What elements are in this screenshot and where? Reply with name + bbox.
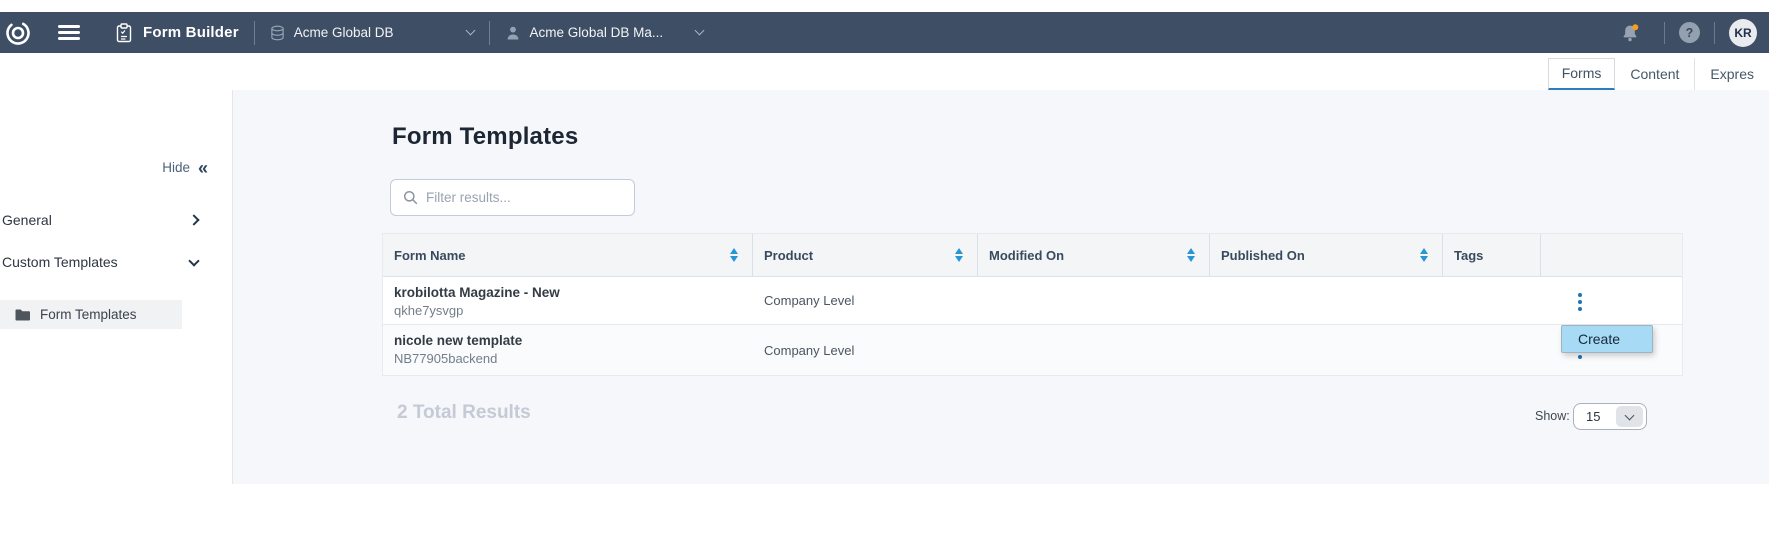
navbar-right: ? KR [1620,19,1769,47]
sidebar-item-general[interactable]: General [0,203,232,237]
total-results: 2 Total Results [397,402,531,424]
tags-cell [1443,325,1541,375]
column-header-modified-on[interactable]: Modified On [978,234,1210,276]
hide-label: Hide [162,160,190,175]
sort-icon [1187,248,1195,262]
chevron-right-icon [188,214,199,225]
chevron-down-icon [188,255,199,266]
page-size-select[interactable]: 15 [1573,403,1647,430]
form-name-cell: krobilotta Magazine - New qkhe7ysvgp [383,277,753,324]
published-on-cell [1210,325,1443,375]
column-header-form-name[interactable]: Form Name [383,234,753,276]
product-cell: Company Level [753,325,978,375]
person-icon [505,25,521,41]
sidebar-item-label: General [2,212,52,228]
column-header-published-on[interactable]: Published On [1210,234,1443,276]
form-id: qkhe7ysvgp [394,303,753,318]
navbar-separator [1664,22,1665,44]
sort-icon [955,248,963,262]
navbar-separator [1714,22,1715,44]
published-on-cell [1210,277,1443,324]
chevron-down-icon [1625,410,1635,420]
tab-content[interactable]: Content [1615,58,1695,90]
form-name: krobilotta Magazine - New [394,285,753,300]
select-chevron-box [1616,406,1643,427]
filter-input[interactable] [426,190,634,205]
filter-input-wrapper [390,179,635,216]
search-icon [403,190,418,205]
column-header-tags: Tags [1443,234,1541,276]
sidebar-item-label: Custom Templates [2,254,118,270]
app-title: Form Builder [143,24,239,41]
table-row: nicole new template NB77905backend Compa… [383,325,1682,375]
form-name: nicole new template [394,333,753,348]
form-id: NB77905backend [394,351,753,366]
sidebar: Hide « General Custom Templates Form Tem… [0,53,232,484]
app-header: Form Builder [115,23,239,43]
sort-icon [1420,248,1428,262]
market-selector[interactable]: Acme Global DB Ma... [505,25,704,41]
modified-on-cell [978,325,1210,375]
tags-cell [1443,277,1541,324]
help-icon[interactable]: ? [1679,22,1700,43]
menu-icon[interactable] [58,25,80,40]
navbar-separator [254,21,255,45]
tab-forms[interactable]: Forms [1548,58,1616,90]
actions-cell [1541,277,1682,324]
chevron-down-icon [465,26,475,36]
folder-icon [15,308,31,322]
db-selector[interactable]: Acme Global DB [270,25,474,41]
notifications-bell-icon[interactable] [1620,23,1642,43]
product-cell: Company Level [753,277,978,324]
chevron-down-icon [695,26,705,36]
page: Form Builder Acme Global DB Acme Global … [0,0,1769,546]
column-header-actions [1541,234,1682,276]
table-header-row: Form Name Product Modified On Published … [383,234,1682,277]
sidebar-item-custom-templates[interactable]: Custom Templates [0,245,232,279]
user-avatar[interactable]: KR [1729,19,1757,47]
navbar-left: Form Builder Acme Global DB Acme Global … [0,20,703,46]
show-label: Show: [1535,409,1570,423]
table-row: krobilotta Magazine - New qkhe7ysvgp Com… [383,277,1682,325]
sidebar-item-form-templates[interactable]: Form Templates [0,300,182,329]
database-icon [270,25,285,41]
navbar-separator [489,21,490,45]
form-templates-table: Form Name Product Modified On Published … [382,233,1683,376]
column-header-product[interactable]: Product [753,234,978,276]
clipboard-icon [115,23,133,43]
sidebar-selected-label: Form Templates [40,307,137,322]
tab-expressions[interactable]: Expres [1695,58,1769,90]
sidebar-hide-button[interactable]: Hide « [162,160,208,175]
sort-icon [730,248,738,262]
main-content: Form Templates Form Name Product Modifie [233,90,1769,484]
create-menu-item[interactable]: Create [1562,326,1652,352]
top-navbar: Form Builder Acme Global DB Acme Global … [0,12,1769,53]
modified-on-cell [978,277,1210,324]
page-title: Form Templates [392,123,578,151]
page-size-value: 15 [1586,409,1600,424]
form-name-cell: nicole new template NB77905backend [383,325,753,375]
row-actions-kebab-icon[interactable] [1578,293,1582,311]
collapse-double-chevron-icon: « [198,161,208,175]
db-selector-label: Acme Global DB [294,25,394,40]
logo-icon[interactable] [5,20,31,46]
top-tabs: Forms Content Expres [1548,53,1769,90]
row-actions-menu: Create [1561,325,1653,353]
market-selector-label: Acme Global DB Ma... [530,25,664,40]
